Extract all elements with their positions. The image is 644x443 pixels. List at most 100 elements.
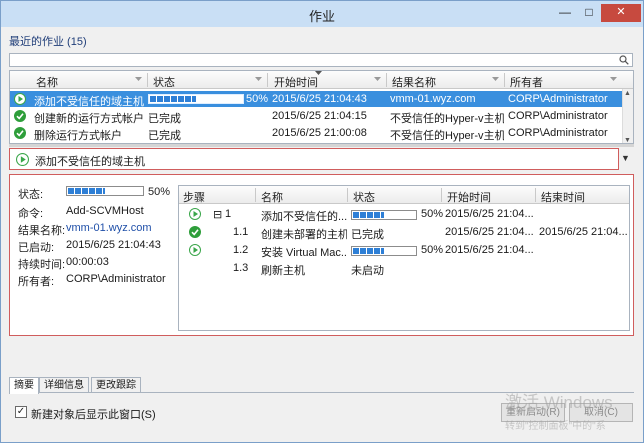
jobs-grid: 名称 状态 开始时间 结果名称 所有者 添加不受信任的域主机 50% 2015/… bbox=[9, 70, 634, 144]
recent-jobs-title: 最近的作业 (15) bbox=[9, 36, 87, 48]
selected-job-title: 添加不受信任的域主机 bbox=[35, 156, 145, 168]
close-button[interactable]: ✕ bbox=[601, 4, 641, 22]
tab-summary[interactable]: 摘要 bbox=[9, 377, 39, 394]
jobs-window: 作业 — □ ✕ 最近的作业 (15) 名称 状态 开始时间 结果名称 所有者 bbox=[0, 0, 644, 443]
step-row[interactable]: 1.3 刷新主机 未启动 bbox=[179, 260, 629, 278]
running-icon bbox=[16, 153, 29, 166]
column-header-end-time[interactable]: 结束时间 bbox=[541, 189, 585, 205]
job-name: 创建新的运行方式帐户 bbox=[34, 113, 144, 125]
scroll-down-icon[interactable]: ▼ bbox=[624, 137, 631, 143]
job-start-time: 2015/6/25 21:04:43 bbox=[272, 93, 367, 105]
window-title: 作业 bbox=[308, 9, 335, 24]
column-header-status[interactable]: 状态 bbox=[153, 74, 175, 90]
column-header-status[interactable]: 状态 bbox=[353, 189, 375, 205]
step-name: 安装 Virtual Mac... bbox=[261, 247, 347, 259]
column-header-step[interactable]: 步骤 bbox=[183, 189, 205, 205]
tab-change-tracking[interactable]: 更改跟踪 bbox=[91, 377, 141, 393]
job-result-name: 不受信任的Hyper-v主机 bbox=[390, 113, 504, 125]
job-owner: CORP\Administrator bbox=[508, 110, 608, 122]
job-name: 添加不受信任的域主机 bbox=[34, 96, 144, 108]
step-name: 创建未部署的主机 bbox=[261, 229, 347, 241]
job-start-time: 2015/6/25 21:04:15 bbox=[272, 110, 367, 122]
selected-job-header[interactable]: 添加不受信任的域主机 bbox=[9, 148, 619, 170]
table-row[interactable]: 添加不受信任的域主机 50% 2015/6/25 21:04:43 vmm-01… bbox=[10, 91, 624, 108]
status-progress-text: 50% bbox=[148, 186, 171, 198]
result-name-label: 结果名称: bbox=[18, 225, 66, 237]
column-header-name[interactable]: 名称 bbox=[36, 74, 58, 90]
collapse-icon[interactable]: ⊟ bbox=[213, 208, 222, 221]
check-icon bbox=[14, 127, 26, 139]
filter-dropdown-icon[interactable] bbox=[374, 77, 381, 82]
column-header-start-time[interactable]: 开始时间 bbox=[447, 189, 491, 205]
job-start-time: 2015/6/25 21:00:08 bbox=[272, 127, 367, 139]
duration-label: 持续时间: bbox=[18, 259, 66, 271]
progress-fill bbox=[150, 96, 196, 102]
owner-value: CORP\Administrator bbox=[66, 273, 166, 285]
job-name: 删除运行方式帐户 bbox=[34, 130, 122, 142]
started-label: 已启动: bbox=[18, 242, 55, 254]
job-status: 已完成 bbox=[148, 113, 181, 125]
chevron-down-icon[interactable]: ▼ bbox=[621, 153, 630, 163]
step-end-time: 2015/6/25 21:04... bbox=[539, 226, 628, 238]
check-icon bbox=[14, 110, 26, 122]
job-owner: CORP\Administrator bbox=[508, 93, 608, 105]
filter-dropdown-icon[interactable] bbox=[492, 77, 499, 82]
jobs-grid-scrollbar[interactable]: ▲ ▼ bbox=[622, 89, 633, 143]
search-input[interactable] bbox=[9, 53, 633, 67]
step-start-time: 2015/6/25 21:04... bbox=[445, 244, 534, 256]
filter-dropdown-icon[interactable] bbox=[610, 77, 617, 82]
running-icon bbox=[189, 208, 201, 220]
step-progress-bar bbox=[351, 246, 417, 256]
search-icon bbox=[619, 55, 629, 65]
progress-fill bbox=[68, 188, 105, 194]
minimize-button[interactable]: — bbox=[553, 4, 577, 22]
filter-dropdown-icon[interactable] bbox=[255, 77, 262, 82]
command-value: Add-SCVMHost bbox=[66, 205, 144, 217]
filter-dropdown-icon[interactable] bbox=[135, 77, 142, 82]
activation-watermark-hint: 转到"控制面板"中的"系 bbox=[505, 421, 606, 432]
job-progress-text: 50% bbox=[246, 93, 269, 105]
step-progress-text: 50% bbox=[421, 244, 444, 256]
jobs-grid-header: 名称 状态 开始时间 结果名称 所有者 bbox=[10, 71, 633, 90]
step-number: 1.3 bbox=[233, 262, 249, 274]
jobs-grid-horizontal-scrollbar[interactable] bbox=[9, 144, 634, 147]
progress-fill bbox=[353, 248, 384, 254]
table-row[interactable]: 创建新的运行方式帐户 已完成 2015/6/25 21:04:15 不受信任的H… bbox=[10, 108, 624, 125]
step-row[interactable]: 1.2 安装 Virtual Mac... 50% 2015/6/25 21:0… bbox=[179, 242, 629, 260]
sort-descending-icon bbox=[315, 71, 322, 75]
step-progress-bar bbox=[351, 210, 417, 220]
show-window-checkbox[interactable]: ✓ bbox=[15, 406, 27, 418]
step-start-time: 2015/6/25 21:04... bbox=[445, 208, 534, 220]
step-number: 1.1 bbox=[233, 226, 249, 238]
job-progress-bar bbox=[148, 94, 244, 104]
title-bar[interactable]: 作业 — □ ✕ bbox=[1, 1, 643, 27]
column-header-result-name[interactable]: 结果名称 bbox=[392, 74, 436, 90]
job-status: 已完成 bbox=[148, 130, 181, 142]
owner-label: 所有者: bbox=[18, 276, 55, 288]
running-icon bbox=[14, 93, 26, 105]
show-window-checkbox-label[interactable]: 新建对象后显示此窗口(S) bbox=[31, 406, 156, 422]
step-row[interactable]: ⊟ 1 添加不受信任的... 50% 2015/6/25 21:04... bbox=[179, 206, 629, 224]
column-header-start-time[interactable]: 开始时间 bbox=[274, 74, 318, 90]
table-row[interactable]: 删除运行方式帐户 已完成 2015/6/25 21:00:08 不受信任的Hyp… bbox=[10, 125, 624, 142]
started-value: 2015/6/25 21:04:43 bbox=[66, 239, 161, 251]
column-header-owner[interactable]: 所有者 bbox=[510, 74, 543, 90]
step-start-time: 2015/6/25 21:04... bbox=[445, 226, 534, 238]
step-number: 1 bbox=[225, 208, 232, 220]
status-progress-bar bbox=[66, 186, 144, 196]
job-detail-panel: 状态: 50% 命令: Add-SCVMHost 结果名称: vmm-01.wy… bbox=[9, 174, 634, 336]
result-name-link[interactable]: vmm-01.wyz.com bbox=[66, 222, 152, 234]
progress-fill bbox=[353, 212, 384, 218]
column-header-name[interactable]: 名称 bbox=[261, 189, 283, 205]
check-icon bbox=[189, 226, 201, 238]
step-status: 未启动 bbox=[351, 265, 384, 277]
activation-watermark: 激活 Windows bbox=[505, 393, 613, 412]
step-name: 刷新主机 bbox=[261, 265, 305, 277]
tab-details[interactable]: 详细信息 bbox=[39, 377, 89, 393]
scroll-up-icon[interactable]: ▲ bbox=[624, 90, 631, 97]
duration-value: 00:00:03 bbox=[66, 256, 109, 268]
status-label: 状态: bbox=[18, 189, 44, 201]
command-label: 命令: bbox=[18, 208, 44, 220]
step-row[interactable]: 1.1 创建未部署的主机 已完成 2015/6/25 21:04... 2015… bbox=[179, 224, 629, 242]
maximize-button[interactable]: □ bbox=[577, 4, 601, 22]
